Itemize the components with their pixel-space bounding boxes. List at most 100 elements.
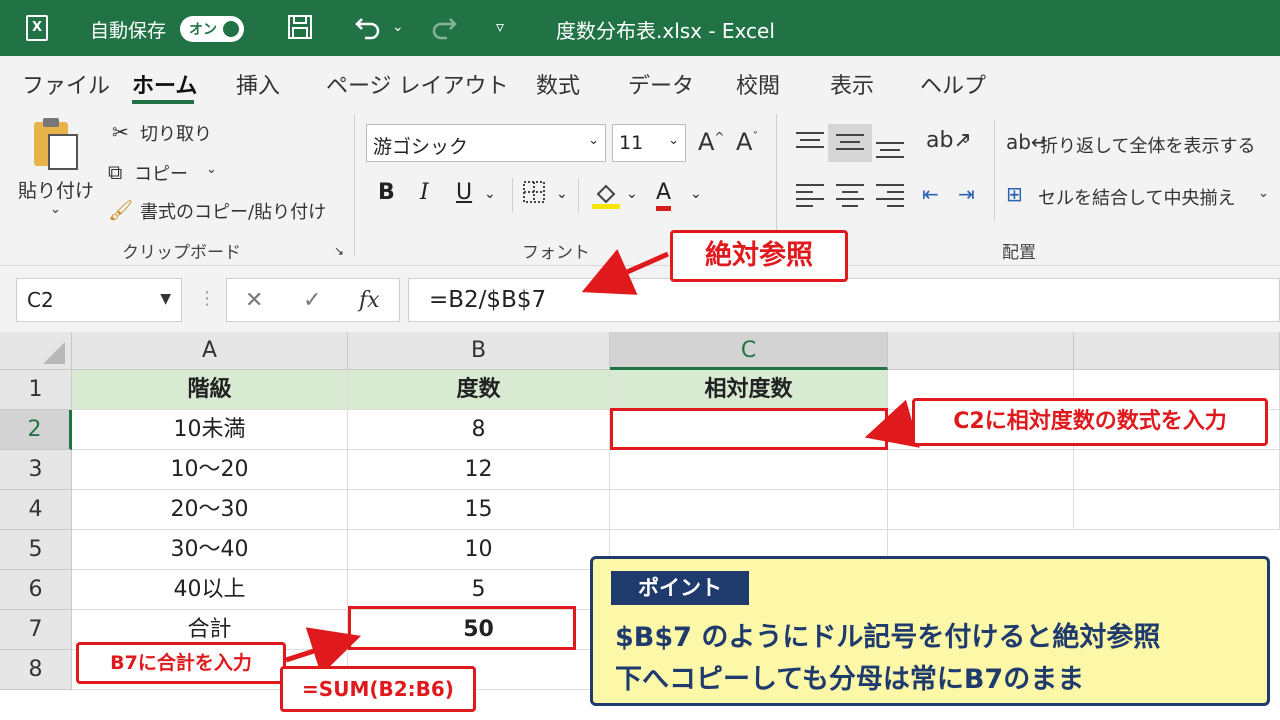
formula-input[interactable]: =B2/$B$7 — [408, 278, 1280, 322]
bold-button[interactable]: B — [378, 180, 395, 205]
format-painter-icon[interactable]: 🖌 — [108, 198, 133, 222]
cell-d4[interactable] — [888, 490, 1074, 530]
autosave-toggle[interactable]: オン — [180, 16, 244, 42]
undo-dropdown-icon[interactable]: ⌄ — [392, 13, 404, 41]
tab-help[interactable]: ヘルプ — [920, 68, 986, 100]
font-color-dropdown-icon[interactable]: ⌄ — [690, 186, 702, 202]
copy-dropdown-icon[interactable]: ⌄ — [206, 162, 217, 177]
ribbon: 貼り付け ⌄ ✂ 切り取り ⧉ コピー ⌄ 🖌 書式のコピー/貼り付け クリップ… — [0, 106, 1280, 266]
copy-button[interactable]: コピー — [134, 160, 188, 186]
row-header-4[interactable]: 4 — [0, 490, 72, 530]
increase-indent-icon[interactable]: ⇥ — [958, 182, 975, 206]
alignment-group-label: 配置 — [1002, 243, 1036, 263]
orientation-dropdown-icon[interactable]: ⌄ — [960, 132, 971, 147]
align-right-icon[interactable] — [876, 184, 904, 212]
font-name-select[interactable]: 游ゴシック ⌄ — [366, 124, 606, 162]
tab-home[interactable]: ホーム — [132, 68, 197, 100]
tab-review[interactable]: 校閲 — [736, 68, 780, 100]
name-box[interactable]: C2 ▼ — [16, 278, 182, 322]
row-header-6[interactable]: 6 — [0, 570, 72, 610]
excel-logo-icon: X — [26, 15, 48, 41]
row-header-3[interactable]: 3 — [0, 450, 72, 490]
cell-b1[interactable]: 度数 — [348, 370, 610, 410]
insert-function-icon[interactable]: fx — [359, 288, 380, 313]
row-header-8[interactable]: 8 — [0, 650, 72, 690]
cell-a2[interactable]: 10未満 — [72, 410, 348, 450]
column-header-a[interactable]: A — [72, 332, 348, 370]
cell-d3[interactable] — [888, 450, 1074, 490]
row-header-1[interactable]: 1 — [0, 370, 72, 410]
italic-button[interactable]: I — [420, 180, 429, 205]
merge-dropdown-icon[interactable]: ⌄ — [1258, 186, 1269, 201]
drag-handle-icon[interactable]: ⋮ — [198, 288, 216, 309]
row-header-2[interactable]: 2 — [0, 410, 72, 450]
cell-e3[interactable] — [1074, 450, 1280, 490]
column-header-b[interactable]: B — [348, 332, 610, 370]
cell-a6[interactable]: 40以上 — [72, 570, 348, 610]
cell-a5[interactable]: 30～40 — [72, 530, 348, 570]
shrink-font-icon[interactable]: Aˇ — [736, 128, 758, 156]
borders-icon[interactable] — [522, 180, 546, 210]
formula-buttons: ✕ ✓ fx — [226, 278, 400, 322]
wrap-text-button[interactable]: 折り返して全体を表示する — [1040, 132, 1255, 158]
font-color-icon[interactable]: A — [656, 180, 672, 211]
merge-center-button[interactable]: セルを結合して中央揃え — [1038, 184, 1235, 210]
paste-button[interactable]: 貼り付け — [18, 176, 94, 203]
decrease-indent-icon[interactable]: ⇤ — [922, 182, 939, 206]
cell-b2[interactable]: 8 — [348, 410, 610, 450]
cell-a4[interactable]: 20～30 — [72, 490, 348, 530]
cell-a3[interactable]: 10～20 — [72, 450, 348, 490]
formula-text: =B2/$B$7 — [429, 287, 547, 313]
select-all-button[interactable] — [0, 332, 72, 370]
font-size-select[interactable]: 11 ⌄ — [612, 124, 686, 162]
underline-dropdown-icon[interactable]: ⌄ — [484, 186, 496, 202]
font-size-value: 11 — [619, 132, 644, 154]
fill-color-icon[interactable] — [592, 180, 620, 216]
fill-color-dropdown-icon[interactable]: ⌄ — [626, 186, 638, 202]
cut-button[interactable]: 切り取り — [140, 120, 212, 146]
underline-button[interactable]: U — [456, 180, 472, 205]
row-header-5[interactable]: 5 — [0, 530, 72, 570]
enter-icon[interactable]: ✓ — [303, 288, 321, 313]
column-header-e[interactable] — [1074, 332, 1280, 370]
borders-dropdown-icon[interactable]: ⌄ — [556, 186, 568, 202]
align-top-icon[interactable] — [796, 132, 824, 153]
save-icon[interactable] — [286, 13, 314, 47]
cell-b3[interactable]: 12 — [348, 450, 610, 490]
customize-toolbar-icon[interactable]: ▿ — [496, 13, 504, 41]
redo-icon[interactable] — [428, 13, 458, 47]
format-painter-button[interactable]: 書式のコピー/貼り付け — [140, 198, 326, 224]
merge-center-icon[interactable]: ⊞ — [1006, 182, 1023, 206]
cell-c4[interactable] — [610, 490, 888, 530]
cell-b4[interactable]: 15 — [348, 490, 610, 530]
grow-font-icon[interactable]: A^ — [698, 128, 724, 156]
paste-icon[interactable] — [34, 118, 80, 172]
align-bottom-icon[interactable] — [876, 142, 904, 163]
cell-c3[interactable] — [610, 450, 888, 490]
align-center-icon[interactable] — [836, 184, 864, 212]
cell-a1[interactable]: 階級 — [72, 370, 348, 410]
undo-icon[interactable] — [354, 13, 384, 47]
row-header-7[interactable]: 7 — [0, 610, 72, 650]
tab-file[interactable]: ファイル — [22, 68, 110, 100]
autosave-state: オン — [189, 22, 217, 38]
clipboard-launcher-icon[interactable]: ↘ — [334, 244, 344, 258]
copy-icon[interactable]: ⧉ — [108, 160, 122, 184]
cancel-icon[interactable]: ✕ — [245, 288, 263, 313]
paste-dropdown-icon[interactable]: ⌄ — [50, 202, 61, 217]
column-header-d[interactable] — [888, 332, 1074, 370]
tab-data[interactable]: データ — [628, 68, 694, 100]
font-name-value: 游ゴシック — [373, 136, 469, 158]
cut-icon[interactable]: ✂ — [112, 120, 129, 144]
cell-b5[interactable]: 10 — [348, 530, 610, 570]
cell-c1[interactable]: 相対度数 — [610, 370, 888, 410]
tab-page-layout[interactable]: ページ レイアウト — [326, 68, 509, 100]
tab-view[interactable]: 表示 — [830, 68, 874, 100]
align-middle-icon[interactable] — [836, 134, 864, 155]
tab-insert[interactable]: 挿入 — [236, 68, 280, 100]
align-left-icon[interactable] — [796, 184, 824, 212]
cell-b6[interactable]: 5 — [348, 570, 610, 610]
tab-formulas[interactable]: 数式 — [536, 68, 580, 100]
column-header-c[interactable]: C — [610, 332, 888, 370]
cell-e4[interactable] — [1074, 490, 1280, 530]
